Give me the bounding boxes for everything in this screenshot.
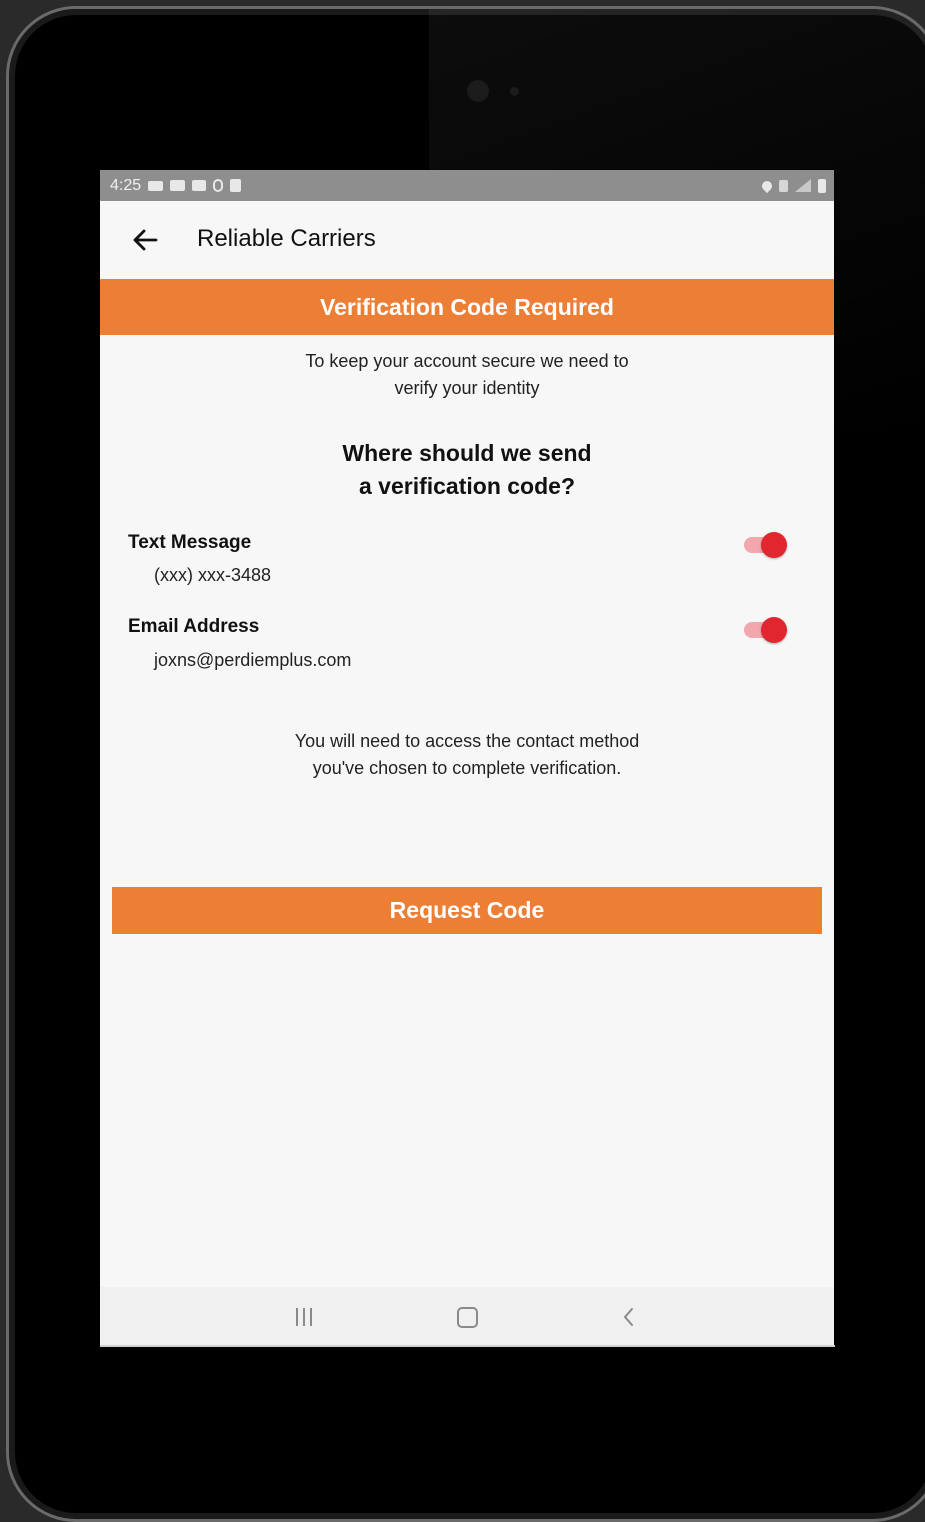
intro-line-2: verify your identity: [394, 378, 540, 398]
intro-line-1: To keep your account secure we need to: [305, 351, 629, 371]
battery-icon: [818, 178, 826, 193]
text-message-toggle[interactable]: [742, 530, 790, 558]
question-line-1: Where should we send: [342, 440, 592, 466]
text-message-label: Text Message: [128, 532, 252, 553]
question-heading: Where should we send a verification code…: [100, 437, 834, 503]
screen-edge: [100, 1345, 835, 1347]
note-line-2: you've chosen to complete verification.: [312, 758, 622, 778]
location-icon: [759, 178, 775, 193]
intro-text: To keep your account secure we need to v…: [100, 348, 834, 402]
clipboard-icon: [230, 179, 242, 192]
email-address-toggle[interactable]: [742, 615, 790, 643]
banner-title: Verification Code Required: [320, 293, 614, 320]
recents-icon[interactable]: [296, 1308, 316, 1326]
app-screen: 4:25 Reliable Carriers Verification Code…: [100, 170, 834, 1346]
camera-icon: [467, 80, 489, 102]
app-title: Reliable Carriers: [197, 225, 376, 252]
app-bar: Reliable Carriers: [100, 201, 834, 279]
note-line-1: You will need to access the contact meth…: [294, 731, 640, 751]
lock-icon: [213, 179, 224, 192]
toggle-knob: [761, 617, 787, 643]
truck-icon: [148, 180, 164, 191]
verification-banner: Verification Code Required: [100, 279, 834, 335]
contact-method-note: You will need to access the contact meth…: [100, 728, 834, 782]
status-time: 4:25: [110, 176, 142, 194]
email-address-label: Email Address: [128, 616, 260, 637]
image-icon: [192, 180, 207, 191]
signal-icon: [795, 179, 811, 192]
home-icon[interactable]: [457, 1307, 478, 1328]
nav-back-icon[interactable]: [621, 1306, 637, 1328]
request-code-button[interactable]: Request Code: [112, 887, 822, 934]
question-line-2: a verification code?: [358, 473, 575, 499]
alarm-icon: [779, 179, 788, 192]
toggle-knob: [761, 532, 787, 558]
android-nav-bar: [100, 1287, 834, 1346]
back-arrow-icon[interactable]: [130, 226, 160, 254]
sensor-icon: [510, 87, 519, 96]
status-bar: 4:25: [100, 170, 834, 201]
phone-number: (xxx) xxx-3488: [154, 565, 272, 585]
mail-icon: [170, 180, 186, 191]
email-address: joxns@perdiemplus.com: [154, 650, 352, 670]
